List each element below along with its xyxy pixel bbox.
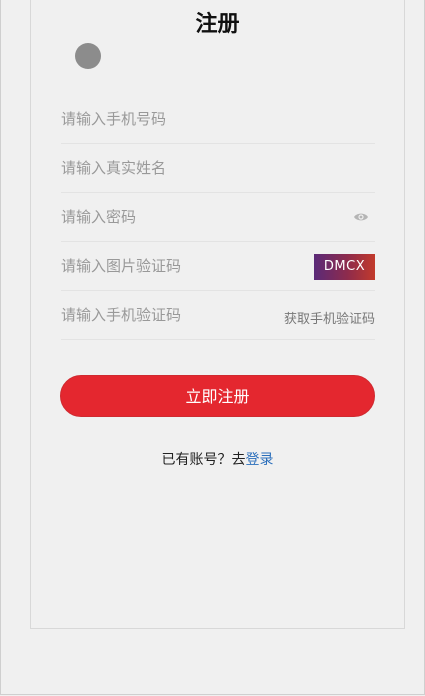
get-sms-code-button[interactable]: 获取手机验证码	[284, 308, 375, 327]
phone-input[interactable]	[61, 95, 291, 143]
name-input[interactable]	[61, 144, 291, 192]
eye-icon[interactable]	[353, 210, 369, 224]
back-dot-icon[interactable]	[75, 43, 101, 69]
register-button[interactable]: 立即注册	[60, 375, 375, 417]
password-row	[61, 193, 375, 242]
login-link[interactable]: 登录	[246, 452, 274, 468]
name-row	[61, 144, 375, 193]
captcha-image[interactable]: DMCX	[314, 254, 375, 280]
register-form: DMCX 获取手机验证码	[61, 95, 375, 340]
page-title: 注册	[195, 12, 240, 37]
sms-row: 获取手机验证码	[61, 291, 375, 340]
login-prompt-text: 已有账号？去	[161, 452, 246, 468]
captcha-row: DMCX	[61, 242, 375, 291]
login-prompt: 已有账号？去登录	[31, 449, 404, 469]
captcha-input[interactable]	[61, 242, 291, 290]
phone-row	[61, 95, 375, 144]
sms-code-input[interactable]	[61, 291, 291, 339]
register-card: 注册 DMCX 获取手机验证码 立即注册 已有账号？去登录	[30, 0, 405, 629]
password-input[interactable]	[61, 193, 291, 241]
